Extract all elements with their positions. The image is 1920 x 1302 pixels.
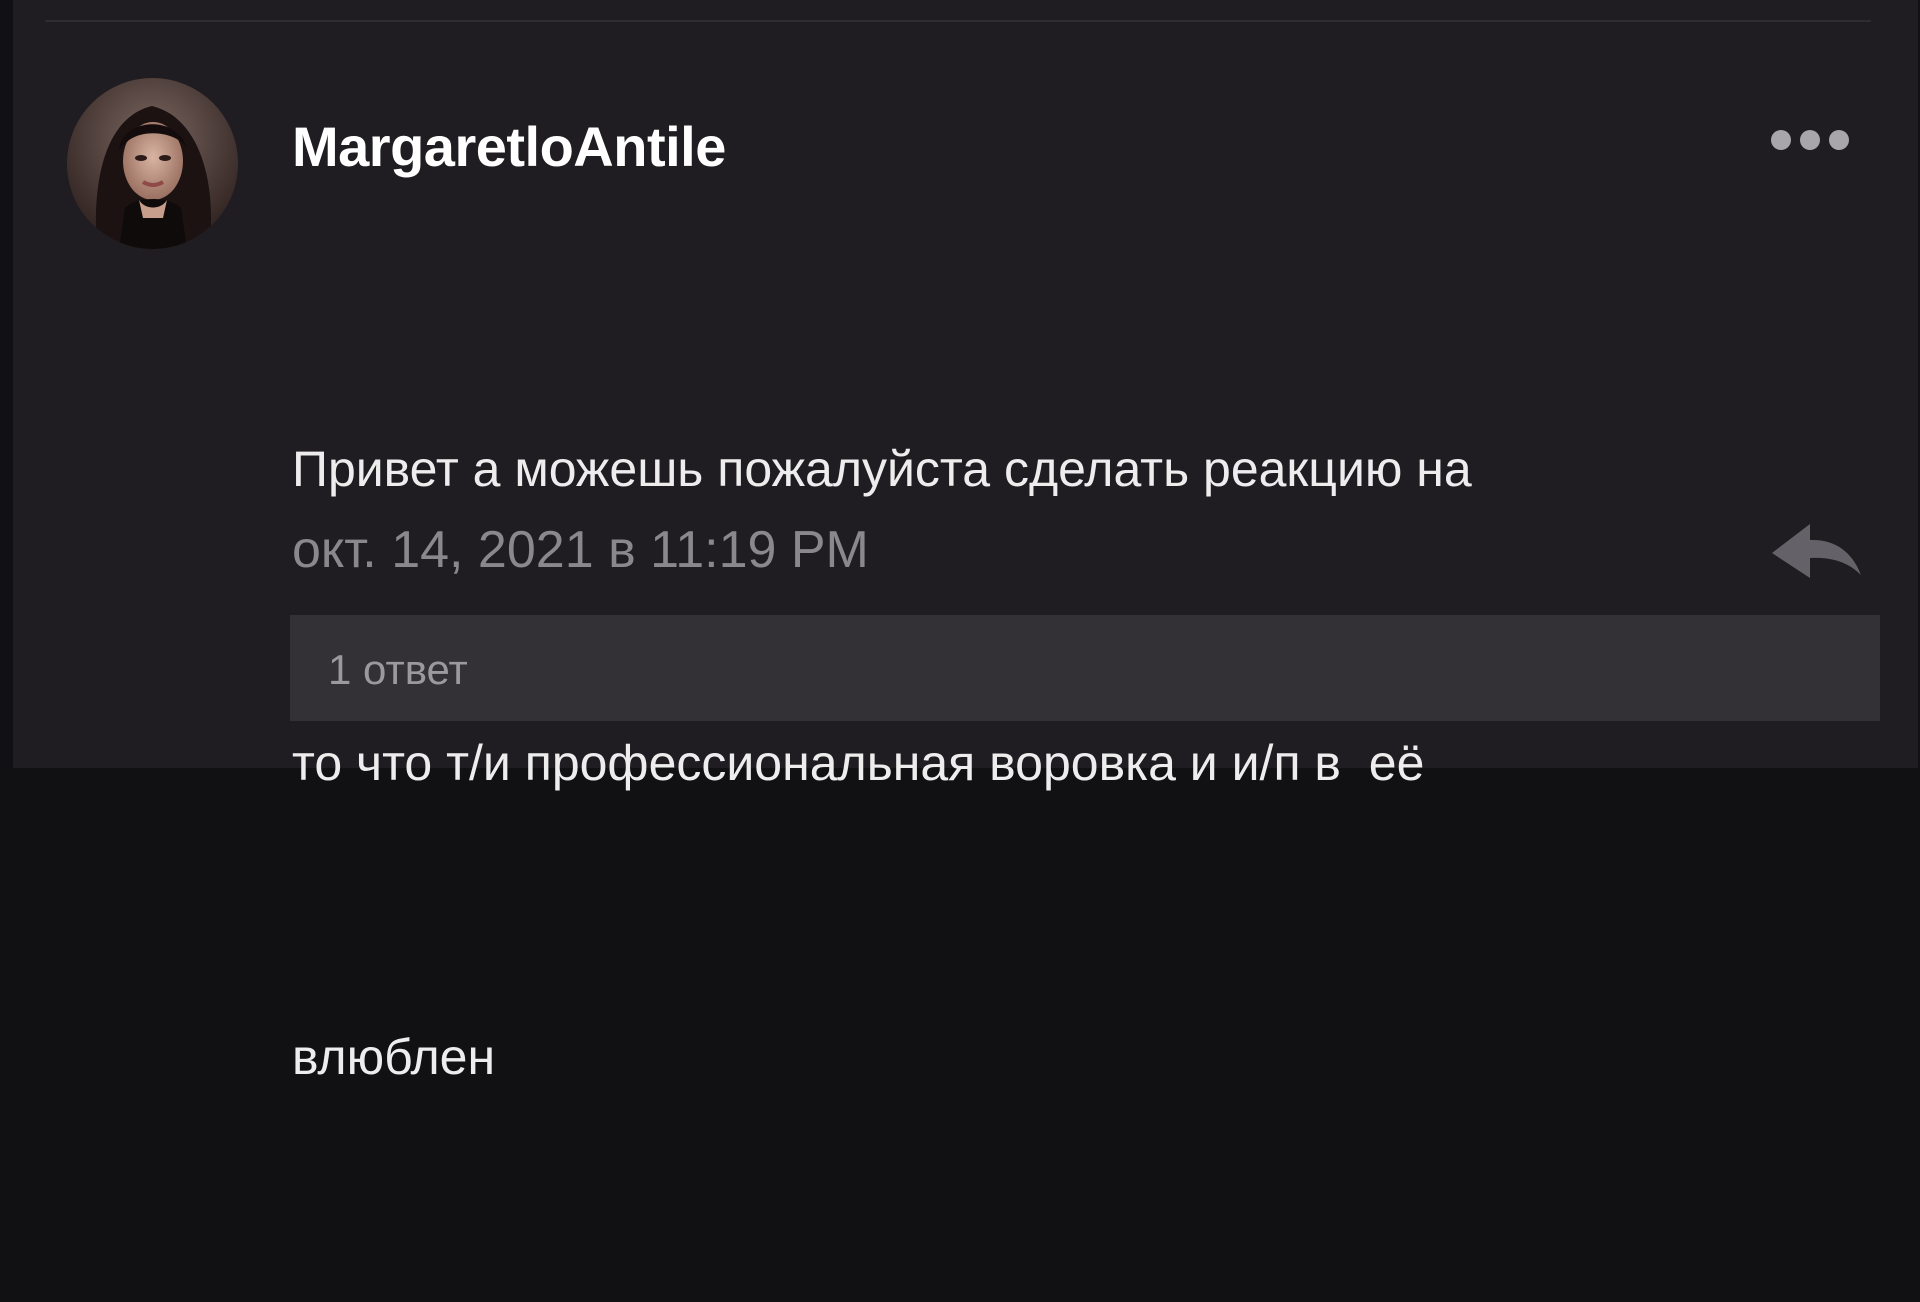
comment-text-line: Привет а можешь пожалуйста сделать реакц…: [292, 441, 1472, 497]
replies-toggle[interactable]: 1 ответ: [290, 615, 1880, 721]
reply-button[interactable]: [1768, 520, 1864, 586]
reply-arrow-icon: [1772, 524, 1861, 578]
more-dots-icon-dot-3: [1829, 130, 1849, 150]
more-dots-icon-dot-2: [1800, 130, 1820, 150]
more-dots-icon: [1771, 130, 1791, 150]
more-options-button[interactable]: [1760, 122, 1860, 158]
username[interactable]: MargaretloAntile: [292, 114, 726, 179]
top-divider: [45, 20, 1871, 22]
comment-text: Привет а можешь пожалуйста сделать реакц…: [292, 224, 1842, 1302]
comment-text-line: влюблен: [292, 1029, 496, 1085]
replies-count-label: 1 ответ: [328, 646, 468, 693]
avatar[interactable]: [67, 78, 238, 249]
comment-timestamp: окт. 14, 2021 в 11:19 PM: [292, 521, 869, 579]
user-avatar-photo: [67, 78, 238, 249]
comment-text-line: то что т/и профессиональная воровка и и/…: [292, 735, 1425, 791]
app-frame: MargaretloAntile Привет а можешь пожалуй…: [0, 0, 1920, 1085]
